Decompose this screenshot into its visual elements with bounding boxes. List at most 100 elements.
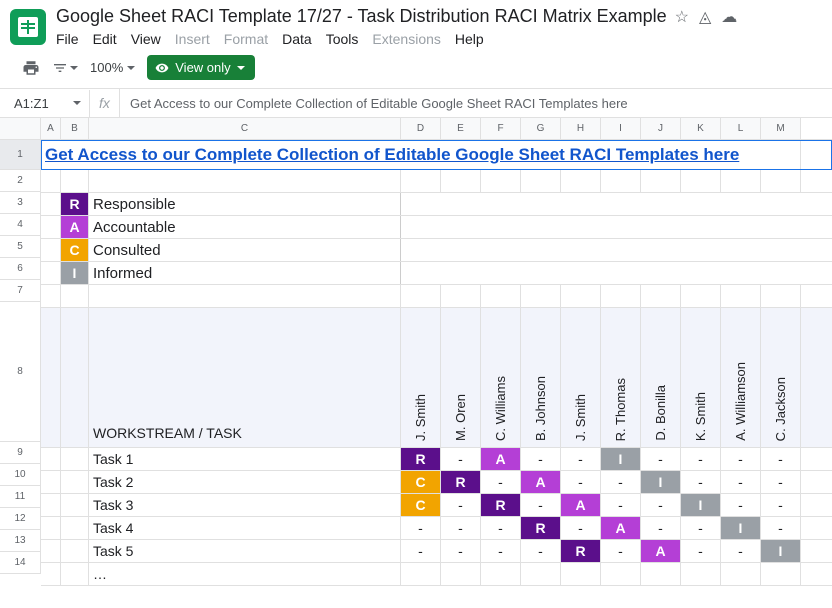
cell[interactable] <box>681 170 721 192</box>
cell[interactable] <box>721 239 761 261</box>
cell[interactable]: R <box>61 193 89 215</box>
cell[interactable] <box>61 448 89 470</box>
cell[interactable] <box>521 239 561 261</box>
cell[interactable] <box>641 239 681 261</box>
cell[interactable]: R <box>401 448 441 470</box>
cell[interactable]: R <box>481 494 521 516</box>
cell[interactable]: C. Jackson <box>761 307 801 447</box>
row-header[interactable]: 1 <box>0 140 40 170</box>
menu-tools[interactable]: Tools <box>326 31 359 47</box>
cell[interactable]: I <box>641 471 681 493</box>
cell[interactable]: R. Thomas <box>601 307 641 447</box>
col-header[interactable]: L <box>721 118 761 139</box>
row-header[interactable]: 12 <box>0 508 40 530</box>
cell[interactable] <box>561 216 601 238</box>
cell[interactable] <box>561 262 601 284</box>
cell[interactable] <box>721 216 761 238</box>
cell[interactable] <box>721 285 761 307</box>
cell[interactable] <box>601 239 641 261</box>
cell[interactable]: - <box>441 448 481 470</box>
cell[interactable] <box>481 193 521 215</box>
cell[interactable]: - <box>601 494 641 516</box>
spreadsheet-grid[interactable]: 1234567891011121314 ABCDEFGHIJKLM Get Ac… <box>0 118 832 598</box>
cell[interactable] <box>481 239 521 261</box>
cell[interactable] <box>61 471 89 493</box>
cell[interactable] <box>41 285 61 307</box>
cell[interactable]: R <box>441 471 481 493</box>
cell[interactable]: - <box>641 494 681 516</box>
cell[interactable] <box>721 262 761 284</box>
cell[interactable] <box>521 262 561 284</box>
cell[interactable]: A <box>561 494 601 516</box>
menu-file[interactable]: File <box>56 31 79 47</box>
cell[interactable]: I <box>761 540 801 562</box>
col-header[interactable]: J <box>641 118 681 139</box>
cell[interactable]: - <box>441 517 481 539</box>
cell[interactable]: J. Smith <box>561 307 601 447</box>
cell[interactable] <box>441 193 481 215</box>
cell[interactable] <box>641 285 681 307</box>
cell[interactable] <box>41 239 61 261</box>
cell[interactable]: - <box>601 540 641 562</box>
cell[interactable] <box>561 170 601 192</box>
cell[interactable]: C <box>61 239 89 261</box>
cell[interactable]: - <box>681 448 721 470</box>
cloud-icon[interactable]: ☁ <box>721 7 737 27</box>
cell[interactable]: C. Williams <box>481 307 521 447</box>
cell[interactable] <box>721 170 761 192</box>
cell[interactable] <box>521 170 561 192</box>
view-only-button[interactable]: View only <box>147 55 254 80</box>
cell[interactable] <box>41 563 61 585</box>
task-name[interactable]: Task 5 <box>89 540 401 562</box>
row-header[interactable]: 3 <box>0 192 40 214</box>
cell[interactable]: - <box>441 540 481 562</box>
select-all-corner[interactable] <box>0 118 41 140</box>
cell[interactable]: Consulted <box>89 239 401 261</box>
cell[interactable] <box>681 262 721 284</box>
cell[interactable]: - <box>641 517 681 539</box>
cell[interactable] <box>41 471 61 493</box>
row-header[interactable]: 9 <box>0 442 40 464</box>
task-name[interactable]: Task 3 <box>89 494 401 516</box>
task-name[interactable]: … <box>89 563 401 585</box>
task-name[interactable]: Task 1 <box>89 448 401 470</box>
cell[interactable]: - <box>721 494 761 516</box>
cell[interactable] <box>401 262 441 284</box>
cell[interactable]: - <box>441 494 481 516</box>
col-header[interactable]: I <box>601 118 641 139</box>
cell[interactable] <box>441 170 481 192</box>
cell[interactable]: B. Johnson <box>521 307 561 447</box>
cell[interactable]: - <box>721 540 761 562</box>
cell[interactable] <box>481 563 521 585</box>
col-header[interactable]: A <box>41 118 61 139</box>
cell[interactable]: I <box>61 262 89 284</box>
cell[interactable] <box>41 170 61 192</box>
cell[interactable] <box>601 216 641 238</box>
cell[interactable] <box>761 170 801 192</box>
cell[interactable] <box>61 517 89 539</box>
menu-edit[interactable]: Edit <box>93 31 117 47</box>
cell[interactable] <box>521 216 561 238</box>
cell[interactable]: C <box>401 471 441 493</box>
cell[interactable]: A <box>61 216 89 238</box>
menu-view[interactable]: View <box>131 31 161 47</box>
cell[interactable]: Responsible <box>89 193 401 215</box>
cell[interactable]: - <box>521 540 561 562</box>
cell[interactable]: K. Smith <box>681 307 721 447</box>
cell[interactable]: - <box>401 517 441 539</box>
col-header[interactable]: K <box>681 118 721 139</box>
cell[interactable]: A <box>481 448 521 470</box>
menu-data[interactable]: Data <box>282 31 312 47</box>
cell[interactable] <box>761 216 801 238</box>
cell[interactable]: I <box>601 448 641 470</box>
cell[interactable]: Get Access to our Complete Collection of… <box>41 140 801 170</box>
cell[interactable] <box>61 307 89 447</box>
cell[interactable]: - <box>641 448 681 470</box>
cell[interactable] <box>721 563 761 585</box>
cell[interactable]: A <box>641 540 681 562</box>
cell[interactable] <box>561 563 601 585</box>
cell[interactable] <box>641 170 681 192</box>
cell[interactable] <box>441 239 481 261</box>
cell[interactable]: - <box>681 471 721 493</box>
star-icon[interactable]: ☆ <box>675 7 689 27</box>
